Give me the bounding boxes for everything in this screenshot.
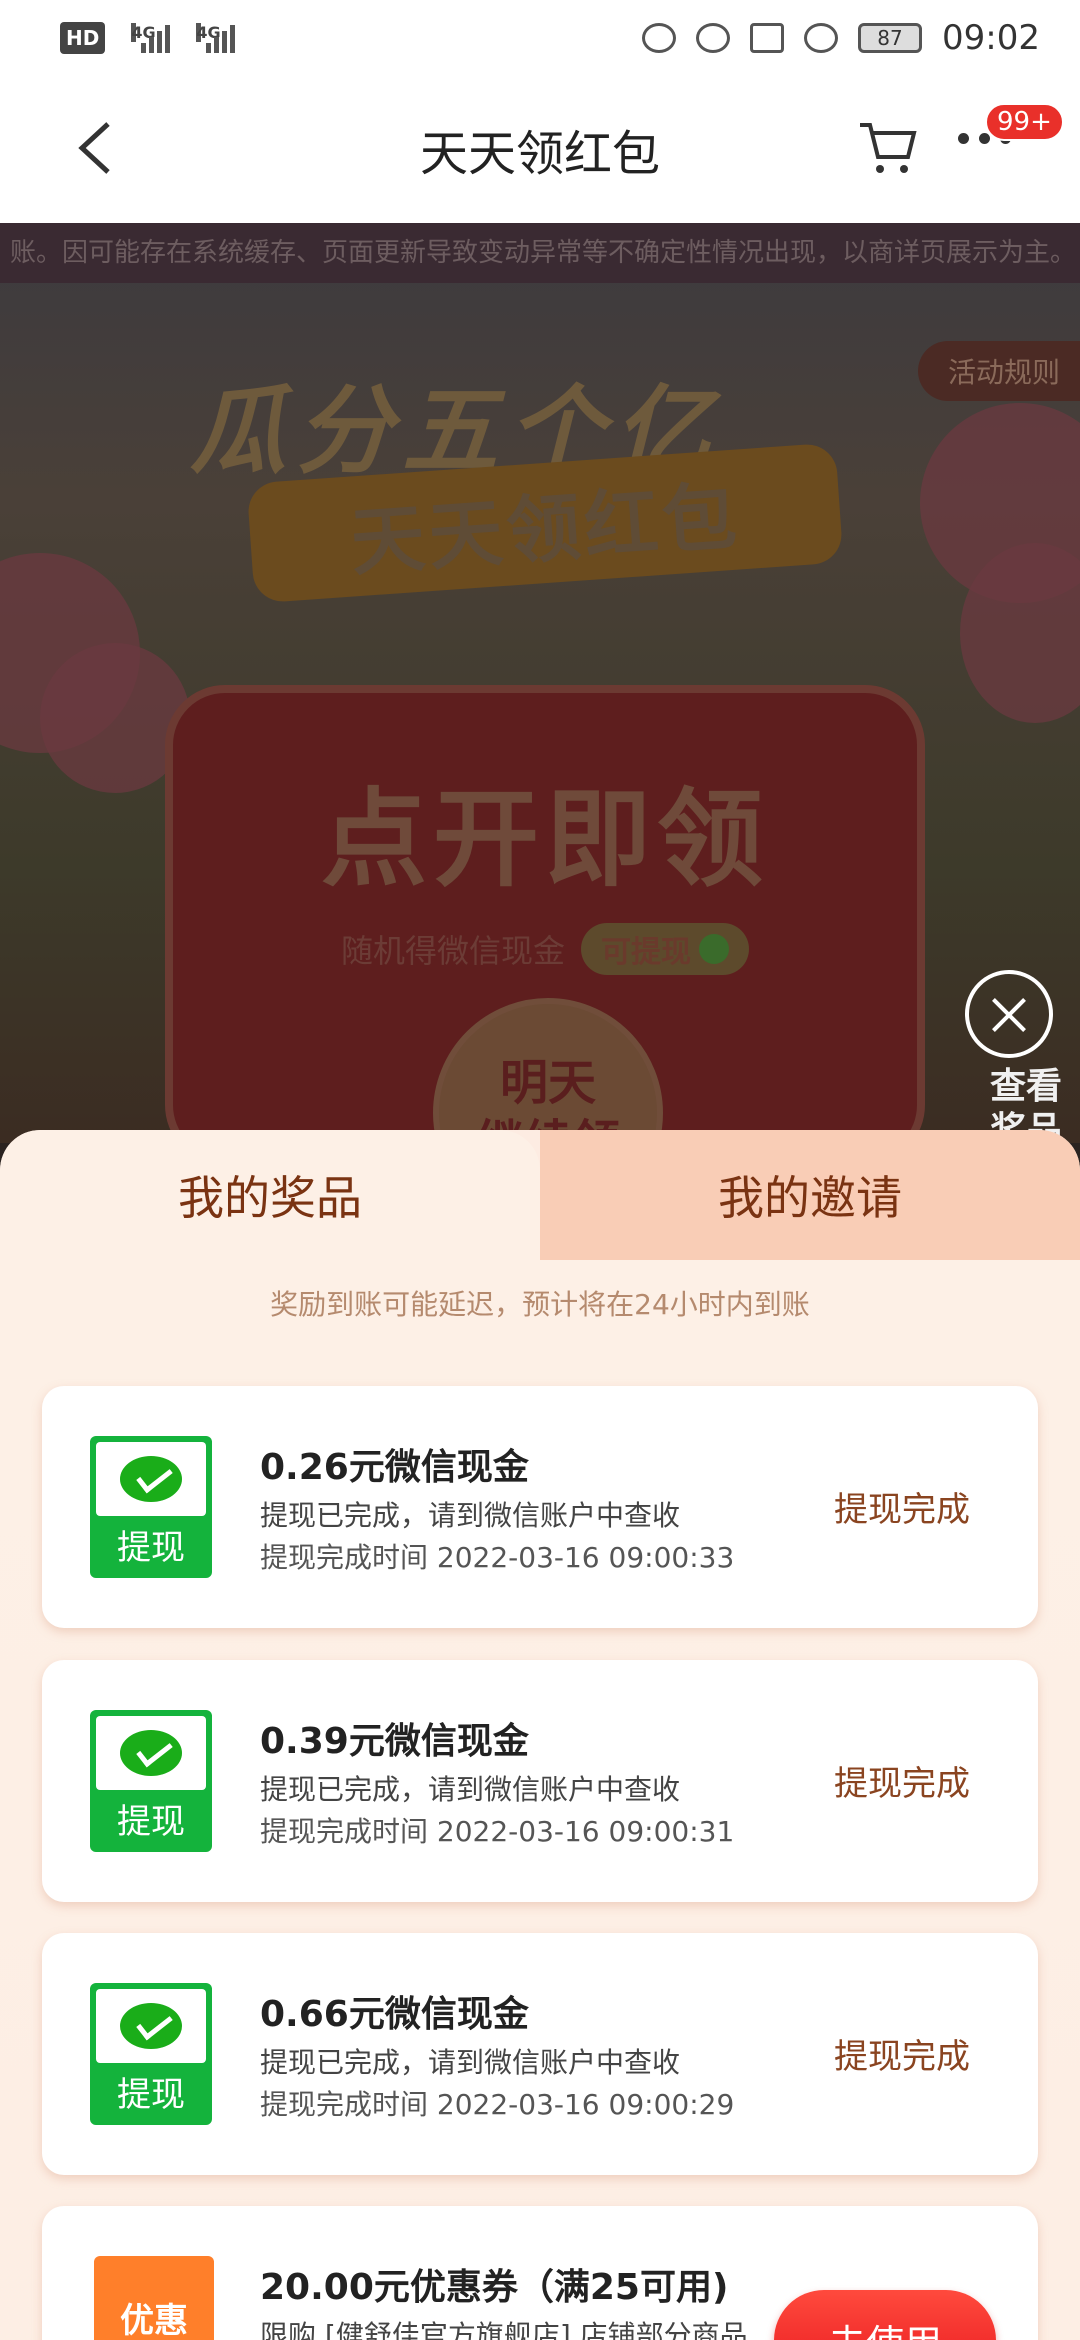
redpack-subline: 随机得微信现金 可提现 xyxy=(173,923,917,975)
redpack-headline: 点开即领 xyxy=(321,778,769,901)
close-icon[interactable] xyxy=(965,970,1053,1058)
battery-icon: 87 xyxy=(858,22,923,53)
page-title: 天天领红包 xyxy=(419,126,660,182)
prize-status: 提现完成 xyxy=(834,1490,970,1530)
prize-status: 提现完成 xyxy=(834,1764,970,1804)
prize-title: 0.39元微信现金 xyxy=(260,1721,529,1762)
coupon-desc: 限购 [健舒佳官方旗舰店] 店铺部分商品 xyxy=(260,2319,748,2340)
prize-time: 提现完成时间 2022-03-16 09:00:31 xyxy=(260,1815,735,1848)
status-left: HD 4G 4G xyxy=(60,21,236,54)
check-icon xyxy=(699,934,729,964)
notification-badge: 99+ xyxy=(985,103,1064,141)
prize-desc: 提现已完成，请到微信账户中查收 xyxy=(260,1773,681,1806)
eye-icon xyxy=(642,22,677,53)
coupon-card: 优惠 20.00元优惠券（满25可用) 限购 [健舒佳官方旗舰店] 店铺部分商品… xyxy=(42,2206,1038,2340)
notice-ticker: 账。因可能存在系统缓存、页面更新导致变动异常等不确定性情况出现，以商详页展示为主… xyxy=(0,223,1080,283)
prize-card: 提现 0.66元微信现金 提现已完成，请到微信账户中查收 提现完成时间 2022… xyxy=(42,1933,1038,2175)
prize-desc: 提现已完成，请到微信账户中查收 xyxy=(260,1499,681,1532)
coupon-icon: 优惠 xyxy=(94,2256,214,2340)
wechat-withdraw-icon: 提现 xyxy=(90,1983,212,2125)
continue-tomorrow-coin: 明天 继续领 xyxy=(433,998,663,1143)
wechat-withdraw-icon: 提现 xyxy=(90,1436,212,1578)
rules-button[interactable]: 活动规则 xyxy=(917,341,1080,401)
signal-icon-2: 4G xyxy=(196,22,236,53)
wechat-withdraw-icon: 提现 xyxy=(90,1710,212,1852)
clock: 09:02 xyxy=(942,17,1040,58)
prize-title: 0.66元微信现金 xyxy=(260,1994,529,2035)
red-envelope[interactable]: 点开即领 随机得微信现金 可提现 明天 继续领 xyxy=(165,685,925,1143)
prize-time: 提现完成时间 2022-03-16 09:00:33 xyxy=(260,1541,735,1574)
speed-icon xyxy=(804,22,839,53)
vibrate-icon xyxy=(750,22,785,53)
use-coupon-button[interactable]: 去使用 xyxy=(774,2290,996,2340)
tab-my-prizes[interactable]: 我的奖品 xyxy=(0,1130,540,1260)
prizes-sheet: 我的奖品 我的邀请 奖励到账可能延迟，预计将在24小时内到账 提现 0.26元微… xyxy=(0,1130,1080,2340)
cart-icon[interactable] xyxy=(858,115,920,177)
withdrawable-pill: 可提现 xyxy=(581,923,749,975)
prize-card: 提现 0.39元微信现金 提现已完成，请到微信账户中查收 提现完成时间 2022… xyxy=(42,1660,1038,1902)
tab-my-invites[interactable]: 我的邀请 xyxy=(540,1130,1080,1260)
status-bar: HD 4G 4G 87 09:02 xyxy=(0,0,1080,75)
prize-card: 提现 0.26元微信现金 提现已完成，请到微信账户中查收 提现完成时间 2022… xyxy=(42,1386,1038,1628)
signal-icon: 4G xyxy=(131,22,171,53)
status-right: 87 09:02 xyxy=(642,18,1040,58)
tab-bar: 我的奖品 我的邀请 xyxy=(0,1130,1080,1260)
coupon-title: 20.00元优惠券（满25可用) xyxy=(260,2267,729,2308)
alarm-icon xyxy=(696,22,731,53)
prize-time: 提现完成时间 2022-03-16 09:00:29 xyxy=(260,2088,735,2121)
activity-banner: 账。因可能存在系统缓存、页面更新导致变动异常等不确定性情况出现，以商详页展示为主… xyxy=(0,223,1080,1143)
prize-title: 0.26元微信现金 xyxy=(260,1447,529,1488)
prize-status: 提现完成 xyxy=(834,2037,970,2077)
prizes-list: 奖励到账可能延迟，预计将在24小时内到账 提现 0.26元微信现金 提现已完成，… xyxy=(0,1260,1080,2340)
delay-note: 奖励到账可能延迟，预计将在24小时内到账 xyxy=(270,1288,810,1321)
nav-bar: 天天领红包 99+ xyxy=(0,75,1080,223)
hd-icon: HD xyxy=(60,21,106,54)
prize-desc: 提现已完成，请到微信账户中查收 xyxy=(260,2046,681,2079)
back-arrow-icon[interactable] xyxy=(70,120,120,176)
